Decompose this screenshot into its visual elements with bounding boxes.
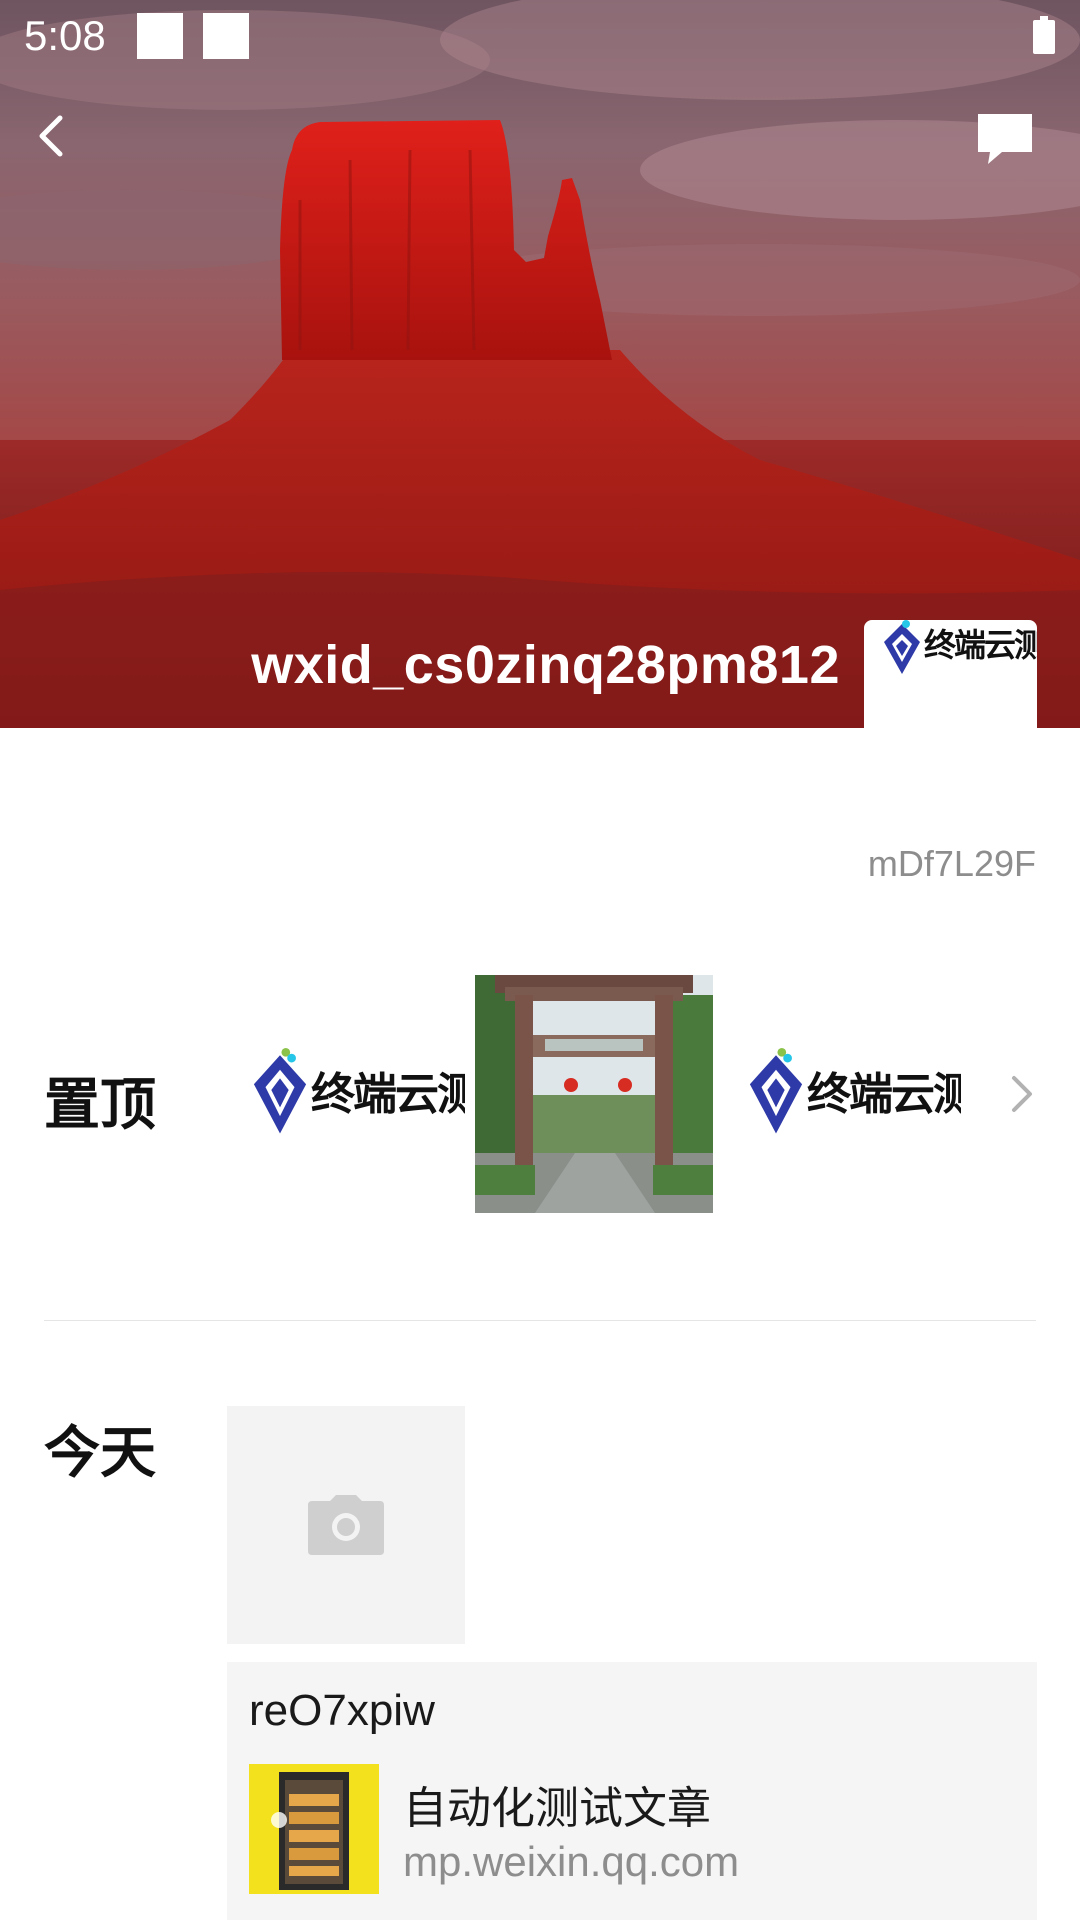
status-time: 5:08 xyxy=(24,12,106,59)
pinned-item[interactable] xyxy=(475,975,713,1213)
article-thumbnail-image xyxy=(249,1764,379,1894)
pinned-logo-text: 终端云测 xyxy=(311,1069,465,1120)
stone-gate-photo xyxy=(475,975,713,1213)
pinned-logo: 终端云测 xyxy=(251,1043,465,1137)
back-icon[interactable] xyxy=(30,106,80,166)
article-title: 自动化测试文章 xyxy=(403,1783,711,1834)
logo-mark-icon xyxy=(884,620,920,674)
profile-avatar[interactable]: 终端云测 xyxy=(864,620,1037,793)
avatar-logo: 终端云测 xyxy=(882,620,1037,676)
chevron-right-icon[interactable] xyxy=(1006,1072,1036,1116)
article-domain: mp.weixin.qq.com xyxy=(403,1838,740,1885)
logo-mark-icon xyxy=(253,1047,307,1134)
avatar-logo-text: 终端云测 xyxy=(924,626,1037,664)
cover-image[interactable]: 5:08 wxid_cs0zinq28pm812 xyxy=(0,0,1080,728)
battery-icon xyxy=(1033,16,1055,54)
cover-landscape xyxy=(0,0,1080,728)
camera-icon xyxy=(308,1495,384,1555)
notification-icon xyxy=(137,13,183,59)
pinned-item[interactable]: 终端云测 xyxy=(723,975,961,1213)
shared-article-post[interactable]: reO7xpiw 自动化测试文章 mp.weixin.qq.com xyxy=(227,1662,1037,1920)
pinned-logo-text: 终端云测 xyxy=(807,1069,961,1120)
profile-username: wxid_cs0zinq28pm812 xyxy=(251,635,840,695)
logo-mark-icon xyxy=(749,1047,803,1134)
article-thumbnail xyxy=(249,1764,379,1894)
post-username: reO7xpiw xyxy=(249,1686,435,1735)
comment-icon[interactable] xyxy=(974,110,1036,168)
section-divider xyxy=(44,1320,1036,1321)
pinned-item[interactable]: 终端云测 xyxy=(227,975,465,1213)
day-label: 今天 xyxy=(44,1421,156,1486)
pinned-logo: 终端云测 xyxy=(747,1043,961,1137)
post-photo-button[interactable] xyxy=(227,1406,465,1644)
profile-signature: mDf7L29F xyxy=(867,843,1036,884)
notification-icon xyxy=(203,13,249,59)
pinned-label: 置顶 xyxy=(44,1073,156,1138)
